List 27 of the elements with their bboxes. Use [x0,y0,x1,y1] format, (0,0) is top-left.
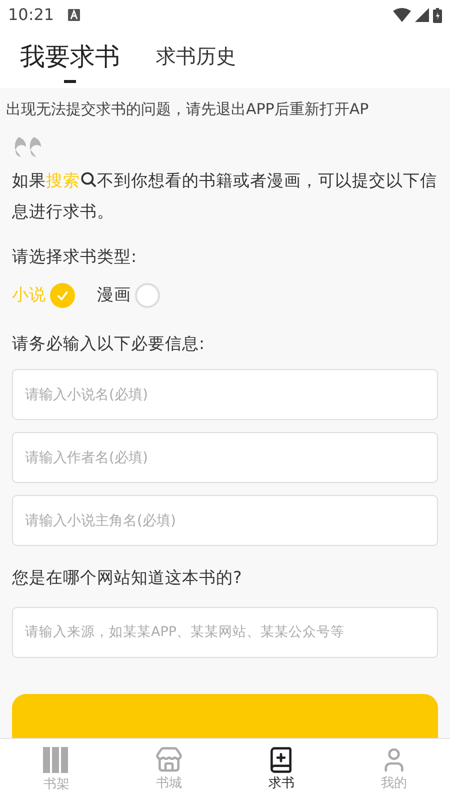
tab[interactable]: 求书历史 [156,38,236,71]
battery-icon [433,8,442,22]
intro-paragraph: 如果搜索 不到你想看的书籍或者漫画，可以提交以下信息进行求书。 [12,170,438,222]
status-time: 10:21 [8,4,54,26]
input-field[interactable]: 请输入来源，如某某APP、某某网站、某某公众号等 [12,606,438,658]
signal-icon [415,8,429,22]
submit-button[interactable] [12,694,438,738]
type-option[interactable]: 漫画 [97,283,160,308]
nav-item[interactable]: 书城 [112,739,225,800]
store-icon [154,746,183,774]
type-label: 请选择求书类型: [12,246,138,268]
nav-item[interactable]: 求书 [225,739,338,800]
source-label: 您是在哪个网站知道这本书的? [12,567,243,589]
required-label: 请务必输入以下必要信息: [12,333,206,356]
input-field[interactable]: 请输入小说名(必填) [12,369,438,420]
notice-text: 出现无法提交求书的问题，请先退出APP后重新打开AP [6,99,370,120]
input-field[interactable]: 请输入作者名(必填) [12,432,438,483]
search-icon [80,170,97,188]
notification-icon [68,9,80,21]
quote-icon [14,136,44,156]
tab[interactable]: 我要求书 [20,38,120,82]
nav-item[interactable]: 我的 [338,739,450,800]
input-field[interactable]: 请输入小说主角名(必填) [12,495,438,546]
search-link[interactable]: 搜索 [46,170,80,190]
type-option[interactable]: 小说 [12,283,75,308]
wifi-icon [393,8,411,22]
nav-item[interactable]: 书架 [0,739,112,800]
